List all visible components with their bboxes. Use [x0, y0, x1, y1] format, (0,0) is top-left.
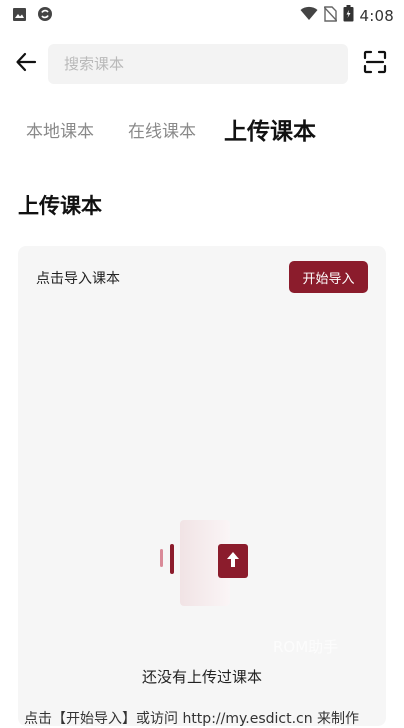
top-bar	[0, 40, 404, 88]
no-sim-icon	[323, 5, 338, 26]
battery-icon	[343, 5, 354, 26]
tab-online-textbooks[interactable]: 在线课本	[128, 112, 196, 152]
tab-local-textbooks[interactable]: 本地课本	[26, 112, 94, 152]
import-hint-text: 点击【开始导入】或访问 http://my.esdict.cn 来制作	[24, 711, 360, 727]
tab-bar: 本地课本 在线课本 上传课本	[26, 112, 316, 152]
empty-state-text: 还没有上传过课本	[141, 668, 262, 686]
wifi-icon	[300, 6, 318, 25]
tab-upload-textbooks[interactable]: 上传课本	[224, 112, 316, 152]
scan-button[interactable]	[361, 50, 389, 78]
upload-card: 点击导入课本 开始导入 ROM助手 还没有上传过课本 点击【开始导入】或访问 h…	[18, 246, 386, 727]
search-input[interactable]	[48, 44, 348, 84]
sync-icon	[37, 6, 53, 26]
empty-upload-illustration	[154, 514, 254, 614]
watermark-text: ROM助手	[273, 638, 339, 656]
start-import-button[interactable]: 开始导入	[289, 261, 368, 293]
import-label: 点击导入课本	[36, 271, 120, 287]
status-bar: 4:08	[0, 0, 404, 30]
image-icon	[12, 7, 27, 26]
scan-icon	[363, 50, 387, 78]
status-time: 4:08	[359, 6, 394, 25]
back-button[interactable]	[12, 50, 40, 78]
back-arrow-icon	[15, 52, 37, 76]
search-box[interactable]	[48, 44, 348, 84]
section-title: 上传课本	[18, 194, 102, 218]
